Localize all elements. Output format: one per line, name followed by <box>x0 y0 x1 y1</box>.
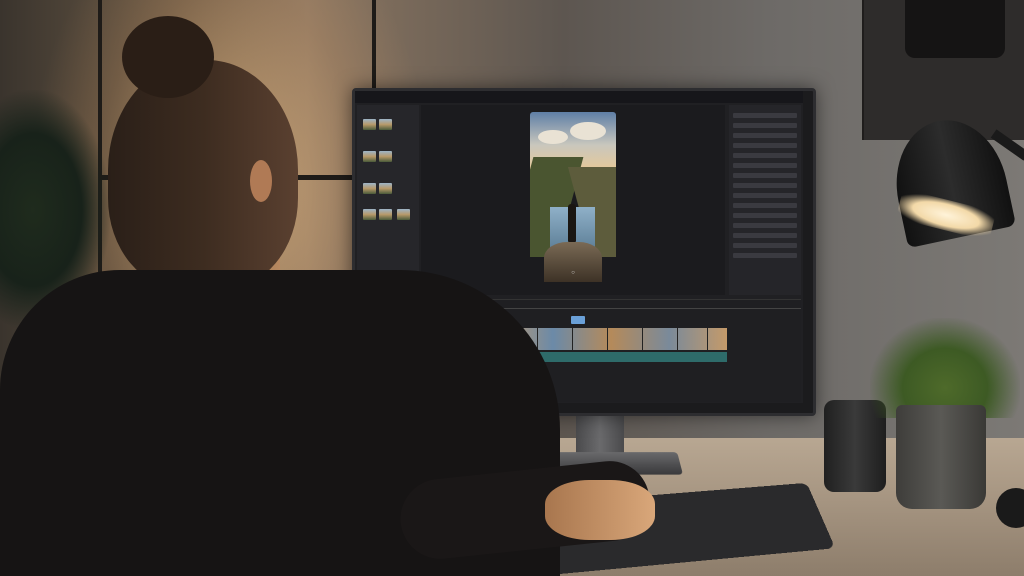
person-ear <box>250 160 272 202</box>
media-thumbnail[interactable] <box>379 151 392 162</box>
clip-divider <box>642 328 643 350</box>
inspector-row[interactable] <box>733 163 797 168</box>
plant-right <box>870 318 1020 418</box>
playhead[interactable] <box>571 316 585 324</box>
inspector-row[interactable] <box>733 143 797 148</box>
clip-divider <box>707 328 708 350</box>
media-thumbnail[interactable] <box>363 151 376 162</box>
clip-divider <box>677 328 678 350</box>
video-preview[interactable]: ○ <box>530 112 616 282</box>
preview-cloud <box>570 122 606 140</box>
media-thumbnail[interactable] <box>379 183 392 194</box>
clip-divider <box>572 328 573 350</box>
inspector-row[interactable] <box>733 123 797 128</box>
inspector-row[interactable] <box>733 153 797 158</box>
media-bin <box>357 105 419 295</box>
preview-person <box>568 204 576 242</box>
media-thumbnail[interactable] <box>363 209 376 220</box>
person-hand <box>545 480 655 540</box>
inspector-row[interactable] <box>733 113 797 118</box>
inspector-panel <box>729 105 801 295</box>
inspector-row[interactable] <box>733 243 797 248</box>
inspector-row[interactable] <box>733 193 797 198</box>
preview-cloud <box>538 130 568 144</box>
hair-bun <box>122 16 214 98</box>
inspector-row[interactable] <box>733 253 797 258</box>
inspector-row[interactable] <box>733 223 797 228</box>
media-thumbnail[interactable] <box>363 183 376 194</box>
inspector-row[interactable] <box>733 133 797 138</box>
media-thumbnail[interactable] <box>379 119 392 130</box>
inspector-row[interactable] <box>733 213 797 218</box>
inspector-row[interactable] <box>733 203 797 208</box>
clip-divider <box>607 328 608 350</box>
plant-pot <box>896 405 986 509</box>
play-icon[interactable]: ○ <box>567 270 579 278</box>
poster-icon <box>905 0 1005 58</box>
media-thumbnail[interactable] <box>397 209 410 220</box>
inspector-row[interactable] <box>733 183 797 188</box>
inspector-row[interactable] <box>733 233 797 238</box>
media-thumbnail[interactable] <box>379 209 392 220</box>
editor-menubar <box>355 91 803 103</box>
inspector-row[interactable] <box>733 173 797 178</box>
media-thumbnail[interactable] <box>363 119 376 130</box>
